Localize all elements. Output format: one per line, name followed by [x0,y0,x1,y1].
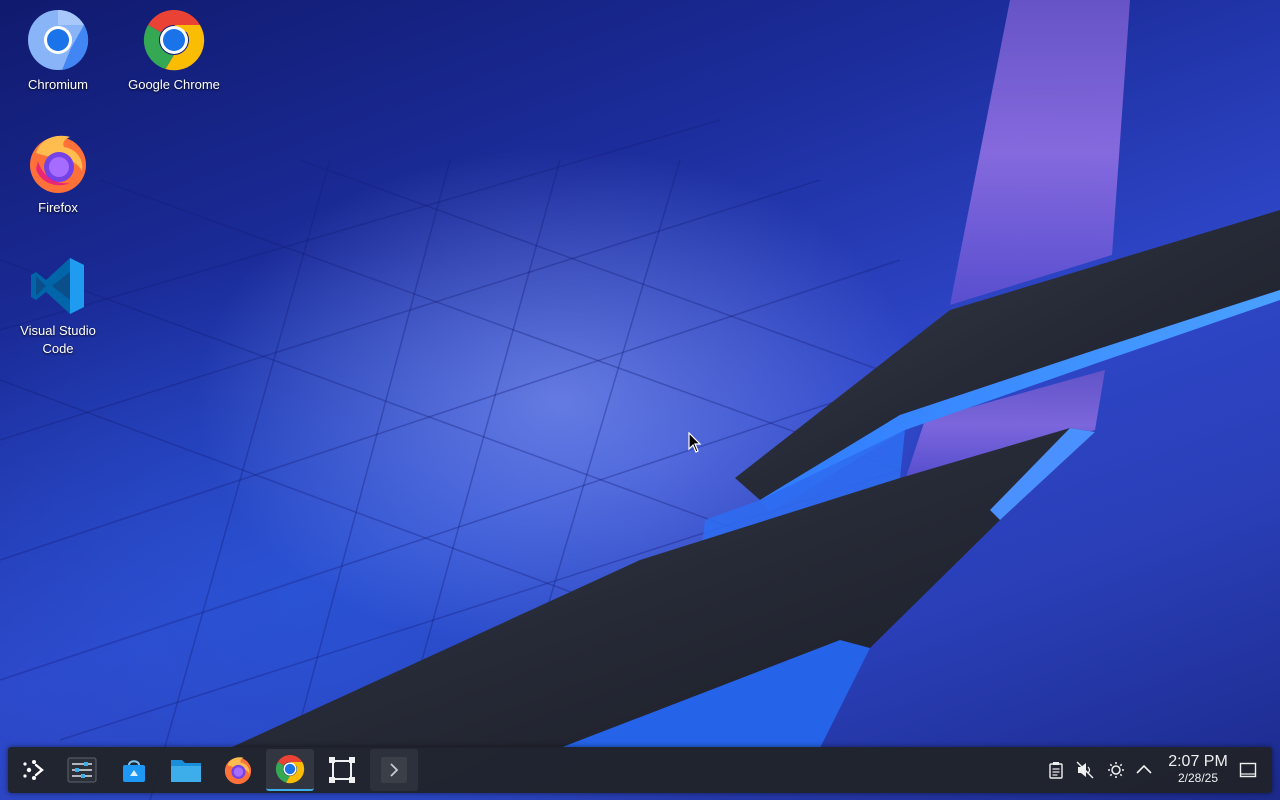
clock-time: 2:07 PM [1168,753,1228,770]
tray-clipboard[interactable] [1045,759,1067,781]
brightness-icon [1108,762,1124,778]
desktop-icon-google-chrome[interactable]: Google Chrome [119,8,229,94]
selection-frame-icon [329,757,355,783]
chevron-up-icon [1136,764,1152,774]
chrome-icon [275,754,305,784]
volume-muted-icon [1076,761,1094,779]
chromium-icon [28,9,89,70]
desktop-icon-firefox[interactable]: Firefox [3,131,113,217]
taskbar-file-manager[interactable] [162,749,210,791]
desktop[interactable]: Chromium Google Chrome Firefox Visual St… [0,0,1280,800]
chrome-icon [143,9,205,71]
tray-expand[interactable] [1133,759,1155,781]
vscode-icon [31,258,84,314]
show-desktop-icon [1239,762,1257,778]
digital-clock[interactable]: 2:07 PM 2/28/25 [1158,753,1238,785]
taskbar-panel: 2:07 PM 2/28/25 [8,747,1272,793]
taskbar-firefox[interactable] [214,749,262,791]
firefox-icon [30,135,86,193]
store-bag-icon [123,760,145,782]
desktop-icon-visual-studio-code[interactable]: Visual Studio Code [3,254,113,358]
steamos-launcher-icon [23,760,44,780]
desktop-icon-label: Firefox [38,200,78,215]
taskbar-screenshot-tool[interactable] [318,749,366,791]
taskbar-system-settings[interactable] [58,749,106,791]
taskbar-application-launcher[interactable] [10,749,58,791]
desktop-icon-chromium[interactable]: Chromium [3,8,113,94]
desktop-icon-label: Chromium [28,77,88,92]
clock-date: 2/28/25 [1177,771,1219,785]
desktop-icon-label: Google Chrome [128,77,220,92]
firefox-icon [224,757,252,785]
terminal-prompt-icon [381,757,407,783]
taskbar-discover-store[interactable] [110,749,158,791]
show-desktop-button[interactable] [1237,759,1259,781]
clipboard-icon [1049,762,1063,779]
tray-volume[interactable] [1074,759,1096,781]
settings-sliders-icon [67,757,97,783]
taskbar-terminal[interactable] [370,749,418,791]
desktop-icon-label: Visual Studio Code [20,323,96,356]
wallpaper [0,0,1280,800]
tray-brightness[interactable] [1105,759,1127,781]
folder-icon [171,760,201,782]
taskbar-google-chrome[interactable] [266,749,314,791]
mouse-cursor-icon [688,432,702,453]
